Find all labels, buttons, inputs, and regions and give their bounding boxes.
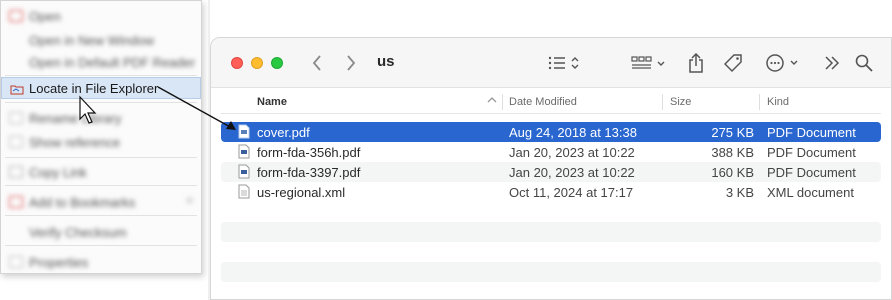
xml-file-icon [238, 184, 250, 199]
menu-item-properties[interactable]: Properties [1, 251, 201, 273]
column-header: Name Date Modified Size Kind [221, 90, 881, 114]
menu-item-add-to-bookmarks[interactable]: Add to Bookmarks ▸ [1, 191, 201, 213]
pdf-file-icon [238, 124, 250, 139]
context-menu: Open Open in New Window Open in Default … [0, 0, 202, 274]
column-date-modified[interactable]: Date Modified [509, 96, 577, 108]
tag-icon[interactable] [723, 51, 745, 75]
minimize-window-button[interactable] [251, 57, 263, 69]
overflow-icon[interactable] [821, 51, 843, 75]
column-divider [662, 94, 663, 110]
pdf-file-icon [238, 164, 250, 179]
list-view-icon[interactable] [545, 51, 585, 75]
file-name: form-fda-356h.pdf [257, 145, 361, 160]
zoom-window-button[interactable] [271, 57, 283, 69]
menu-item-open[interactable]: Open [1, 5, 201, 27]
menu-item-copy-link[interactable]: Copy Link [1, 161, 201, 183]
menu-item-rename-library[interactable]: Rename Library [1, 107, 201, 129]
file-kind: PDF Document [767, 165, 856, 180]
forward-icon[interactable] [341, 51, 361, 75]
share-icon[interactable] [685, 51, 707, 75]
menu-item-verify-checksum[interactable]: Verify Checksum [1, 221, 201, 243]
properties-icon [9, 256, 23, 268]
menu-separator [5, 185, 197, 186]
pdf-file-icon [238, 144, 250, 159]
file-row[interactable]: cover.pdf Aug 24, 2018 at 13:38 275 KB P… [221, 122, 881, 142]
empty-row [221, 262, 881, 282]
file-size: 3 KB [725, 185, 754, 200]
menu-separator [5, 245, 197, 246]
column-divider [502, 94, 503, 110]
file-size: 275 KB [711, 125, 754, 140]
file-row[interactable]: form-fda-3397.pdf Jan 20, 2023 at 10:22 … [221, 162, 881, 182]
file-size: 160 KB [711, 165, 754, 180]
file-size: 388 KB [711, 145, 754, 160]
column-kind[interactable]: Kind [767, 96, 789, 108]
group-icon[interactable] [629, 51, 669, 75]
rename-icon [9, 112, 23, 124]
close-window-button[interactable] [231, 57, 243, 69]
reference-icon [9, 136, 23, 148]
finder-toolbar: us [211, 38, 891, 88]
menu-separator [5, 102, 197, 103]
file-name: cover.pdf [257, 125, 310, 140]
file-row[interactable]: us-regional.xml Oct 11, 2024 at 17:17 3 … [221, 182, 881, 202]
menu-item-locate-in-file-explorer[interactable]: Locate in File Explorer [1, 77, 201, 99]
column-size[interactable]: Size [670, 96, 691, 108]
menu-item-open-default-reader[interactable]: Open in Default PDF Reader [1, 51, 201, 73]
screenshot-stage: Open Open in New Window Open in Default … [0, 0, 892, 300]
menu-item-show-reference[interactable]: Show reference [1, 131, 201, 153]
menu-separator [5, 157, 197, 158]
menu-separator [5, 215, 197, 216]
submenu-chevron-icon: ▸ [187, 195, 193, 206]
file-date: Jan 20, 2023 at 10:22 [509, 165, 635, 180]
file-date: Jan 20, 2023 at 10:22 [509, 145, 635, 160]
file-row[interactable]: form-fda-356h.pdf Jan 20, 2023 at 10:22 … [221, 142, 881, 162]
file-kind: PDF Document [767, 125, 856, 140]
link-icon [9, 166, 23, 178]
file-kind: PDF Document [767, 145, 856, 160]
empty-row [221, 222, 881, 242]
column-divider [759, 94, 760, 110]
file-date: Oct 11, 2024 at 17:17 [509, 185, 634, 200]
more-icon[interactable] [764, 51, 802, 75]
menu-item-open-new-window[interactable]: Open in New Window [1, 29, 201, 51]
finder-window: us Name Date Modified Size Kind cover.pd… [210, 37, 892, 300]
folder-locate-icon [10, 83, 24, 95]
search-icon[interactable] [853, 51, 875, 75]
sort-chevron-icon[interactable] [487, 95, 497, 107]
bookmark-icon [9, 196, 23, 208]
file-name: form-fda-3397.pdf [257, 165, 361, 180]
file-kind: XML document [767, 185, 854, 200]
back-icon[interactable] [307, 51, 327, 75]
menu-separator [5, 75, 197, 76]
open-icon [9, 10, 23, 22]
window-title: us [377, 53, 395, 70]
column-name[interactable]: Name [257, 96, 287, 108]
file-name: us-regional.xml [257, 185, 346, 200]
file-date: Aug 24, 2018 at 13:38 [509, 125, 637, 140]
